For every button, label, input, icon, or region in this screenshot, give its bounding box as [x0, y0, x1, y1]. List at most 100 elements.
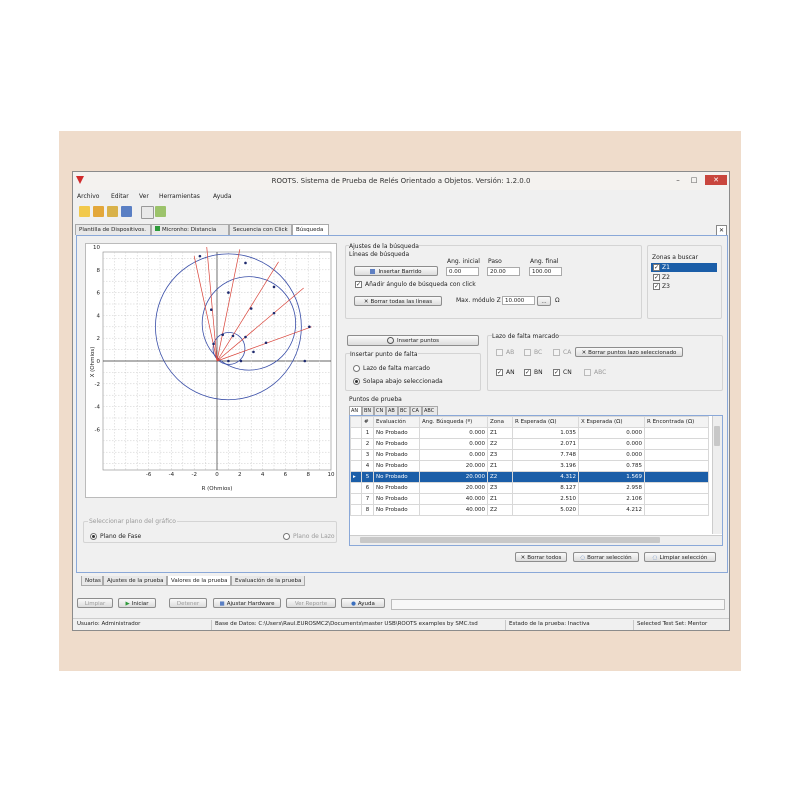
view-report-button[interactable]: Ver Reporte [286, 598, 336, 608]
loop-tab-bn[interactable]: BN [362, 406, 374, 415]
table-row[interactable]: ▸ 5 No Probado 20.000 Z2 4.312 1.569 [350, 471, 709, 483]
loop-bc-checkbox[interactable] [524, 349, 531, 356]
menu-ver[interactable]: Ver [139, 193, 149, 200]
row-selector-cell[interactable] [350, 449, 362, 461]
loop-bn-checkbox[interactable]: ✓ [524, 369, 531, 376]
row-selector-cell[interactable] [350, 493, 362, 505]
angle-start-input[interactable]: 0.00 [446, 267, 479, 276]
ohm-unit: Ω [555, 297, 560, 304]
clear-all-button[interactable]: ✕ Borrar todos [515, 552, 567, 562]
open-icon[interactable] [93, 206, 104, 217]
stop-button[interactable]: Detener [169, 598, 207, 608]
zone-z2-checkbox[interactable]: ✓ [653, 274, 660, 281]
zone-cell: Z2 [487, 438, 513, 450]
row-selector-cell[interactable] [350, 427, 362, 439]
loop-tab-cn[interactable]: CN [374, 406, 386, 415]
angle-end-input[interactable]: 100.00 [529, 267, 562, 276]
menu-editar[interactable]: Editar [111, 193, 129, 200]
save-icon[interactable] [107, 206, 118, 217]
row-selector-cell[interactable] [350, 438, 362, 450]
maximize-icon[interactable]: □ [687, 175, 701, 185]
loop-tab-bc[interactable]: BC [398, 406, 410, 415]
test-point-marker [198, 254, 202, 258]
col-r-found-header[interactable]: R Encontrada (Ω) [644, 416, 709, 428]
impedance-chart[interactable]: -6 -4 -2 0 2 4 6 8 10 10 8 6 4 2 0 -2 -4 -6 R (Ohmios) X … [85, 243, 337, 498]
fault-marked-label: Lazo de falta marcado [363, 365, 430, 372]
insert-points-button[interactable]: Insertar puntos [347, 335, 479, 346]
report-icon[interactable] [141, 206, 154, 219]
add-angle-click-checkbox[interactable]: ✓ [355, 281, 362, 288]
start-button[interactable]: ▶ Iniciar [118, 598, 156, 608]
minimize-icon[interactable]: – [671, 175, 685, 185]
clean-selection-button[interactable]: ◌ Limpiar selección [644, 552, 716, 562]
insert-sweep-button[interactable]: Insertar Barrido [354, 266, 438, 276]
table-row[interactable]: 6 No Probado 20.000 Z3 8.127 2.958 [350, 482, 709, 494]
zone-z3-checkbox[interactable]: ✓ [653, 283, 660, 290]
loop-an-checkbox[interactable]: ✓ [496, 369, 503, 376]
tab-notas[interactable]: Notas [81, 576, 103, 586]
table-row[interactable]: 7 No Probado 40.000 Z1 2.510 2.106 [350, 493, 709, 505]
col-angle-header[interactable]: Ang. Búsqueda (º) [419, 416, 488, 428]
chart-icon[interactable] [155, 206, 166, 217]
clear-lines-button[interactable]: ✕ Borrar todas las líneas [354, 296, 442, 306]
close-icon[interactable]: ✕ [705, 175, 727, 185]
loop-plane-label: Plano de Lazo [293, 533, 335, 540]
loop-ab-checkbox[interactable] [496, 349, 503, 356]
tab-plantilla[interactable]: Plantilla de Dispositivos. [75, 224, 151, 235]
col-evaluation-header[interactable]: Evaluación [373, 416, 420, 428]
loop-cn-checkbox[interactable]: ✓ [553, 369, 560, 376]
phase-plane-radio[interactable] [90, 533, 97, 540]
loop-ca-checkbox[interactable] [553, 349, 560, 356]
loop-tab-ab[interactable]: AB [386, 406, 398, 415]
row-selector-cell[interactable]: ▸ [350, 471, 362, 483]
table-row[interactable]: 1 No Probado 0.000 Z1 1.035 0.000 [350, 427, 709, 439]
table-row[interactable]: 8 No Probado 40.000 Z2 5.020 4.212 [350, 504, 709, 516]
table-row[interactable]: 3 No Probado 0.000 Z3 7.748 0.000 [350, 449, 709, 461]
fault-marked-radio[interactable] [353, 365, 360, 372]
x-expected-cell: 0.785 [578, 460, 645, 472]
table-row[interactable]: 4 No Probado 20.000 Z1 3.196 0.785 [350, 460, 709, 472]
col-r-expected-header[interactable]: R Esperada (Ω) [512, 416, 579, 428]
step-input[interactable]: 20.00 [487, 267, 520, 276]
test-points-table[interactable]: # Evaluación Ang. Búsqueda (º) Zona R Es… [350, 416, 709, 516]
horizontal-scrollbar[interactable] [350, 535, 722, 545]
zone-z1-checkbox[interactable]: ✓ [653, 264, 660, 271]
browse-button[interactable]: ... [537, 296, 551, 306]
col-index-header[interactable]: # [361, 416, 374, 428]
loop-tab-an[interactable]: AN [349, 406, 362, 415]
vertical-scroll-thumb[interactable] [714, 426, 720, 446]
loop-tab-ca[interactable]: CA [410, 406, 422, 415]
row-selector-cell[interactable] [350, 460, 362, 472]
loop-abc-checkbox[interactable] [584, 369, 591, 376]
row-selector-cell[interactable] [350, 504, 362, 516]
tab-busqueda[interactable]: Búsqueda [292, 224, 329, 235]
vertical-scrollbar[interactable] [712, 416, 722, 534]
tab-secuencia[interactable]: Secuencia con Click [229, 224, 292, 235]
tab-evaluacion-prueba[interactable]: Evaluación de la prueba [231, 576, 305, 586]
insert-fault-group: Insertar punto de falta Lazo de falta ma… [345, 351, 481, 391]
zone-z1-row[interactable]: ✓ Z1 [651, 263, 717, 272]
export-icon[interactable] [121, 206, 132, 217]
loop-tab-abc[interactable]: ABC [422, 406, 438, 415]
adjust-hardware-button[interactable]: ■ Ajustar Hardware [213, 598, 281, 608]
horizontal-scroll-thumb[interactable] [360, 537, 660, 543]
help-button[interactable]: ● Ayuda [341, 598, 385, 608]
loop-plane-radio[interactable] [283, 533, 290, 540]
tab-micronho[interactable]: Micronho: Distancia [151, 224, 229, 235]
menu-archivo[interactable]: Archivo [77, 193, 99, 200]
col-x-expected-header[interactable]: X Esperada (Ω) [578, 416, 645, 428]
col-zone-header[interactable]: Zona [487, 416, 513, 428]
r-expected-cell: 8.127 [512, 482, 579, 494]
table-row[interactable]: 2 No Probado 0.000 Z2 2.071 0.000 [350, 438, 709, 450]
tab-ajustes-prueba[interactable]: Ajustes de la prueba [103, 576, 167, 586]
row-selector-cell[interactable] [350, 482, 362, 494]
max-module-input[interactable]: 10.000 [502, 296, 535, 305]
clear-loop-points-button[interactable]: ✕ Borrar puntos lazo seleccionado [575, 347, 683, 357]
clear-selection-button[interactable]: ◌ Borrar selección [573, 552, 639, 562]
menu-ayuda[interactable]: Ayuda [213, 193, 232, 200]
clean-button[interactable]: Limpiar [77, 598, 113, 608]
new-icon[interactable] [79, 206, 90, 217]
tab-valores-prueba[interactable]: Valores de la prueba [167, 576, 231, 586]
menu-herramientas[interactable]: Herramientas [159, 193, 200, 200]
fault-tab-radio[interactable] [353, 378, 360, 385]
